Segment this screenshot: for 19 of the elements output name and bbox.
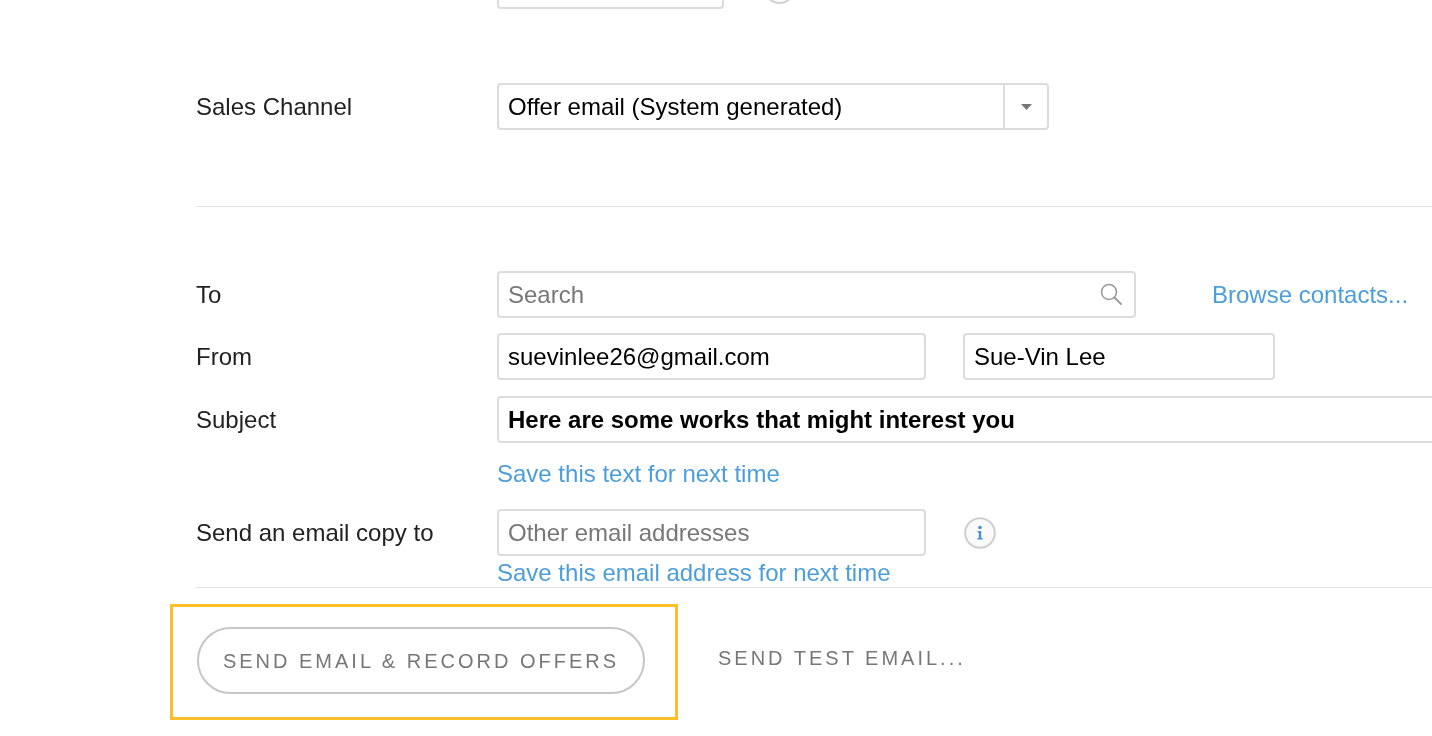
caret-icon xyxy=(1020,103,1032,110)
field-label: To xyxy=(196,279,223,310)
search-field[interactable]: Search xyxy=(497,271,1136,318)
sales-channel-dropdown[interactable]: Offer email (System generated) xyxy=(497,83,1049,130)
email-copy-field[interactable]: Other email addresses xyxy=(497,509,926,556)
send-offers-button[interactable]: SEND EMAIL & RECORD OFFERS xyxy=(197,627,645,694)
subject-field[interactable]: Here are some works that might interest you xyxy=(497,396,1432,443)
field-label: From xyxy=(196,341,253,372)
field-label: Subject xyxy=(196,404,278,435)
save-text-link[interactable]: Save this text for next time xyxy=(497,460,780,487)
field-label: Sales Channel xyxy=(196,91,354,122)
field-label: Send an email copy to xyxy=(196,517,435,548)
browse-contacts-link[interactable]: Browse contacts... xyxy=(1212,281,1409,308)
save-email-link[interactable]: Save this email address for next time xyxy=(497,559,891,586)
from-email-field[interactable]: suevinlee26@gmail.com xyxy=(497,333,926,380)
info-icon[interactable] xyxy=(964,516,996,549)
search-icon xyxy=(1100,283,1122,305)
from-name-field[interactable]: Sue-Vin Lee xyxy=(963,333,1275,380)
send-test-email-button[interactable]: SEND TEST EMAIL... xyxy=(718,627,966,689)
